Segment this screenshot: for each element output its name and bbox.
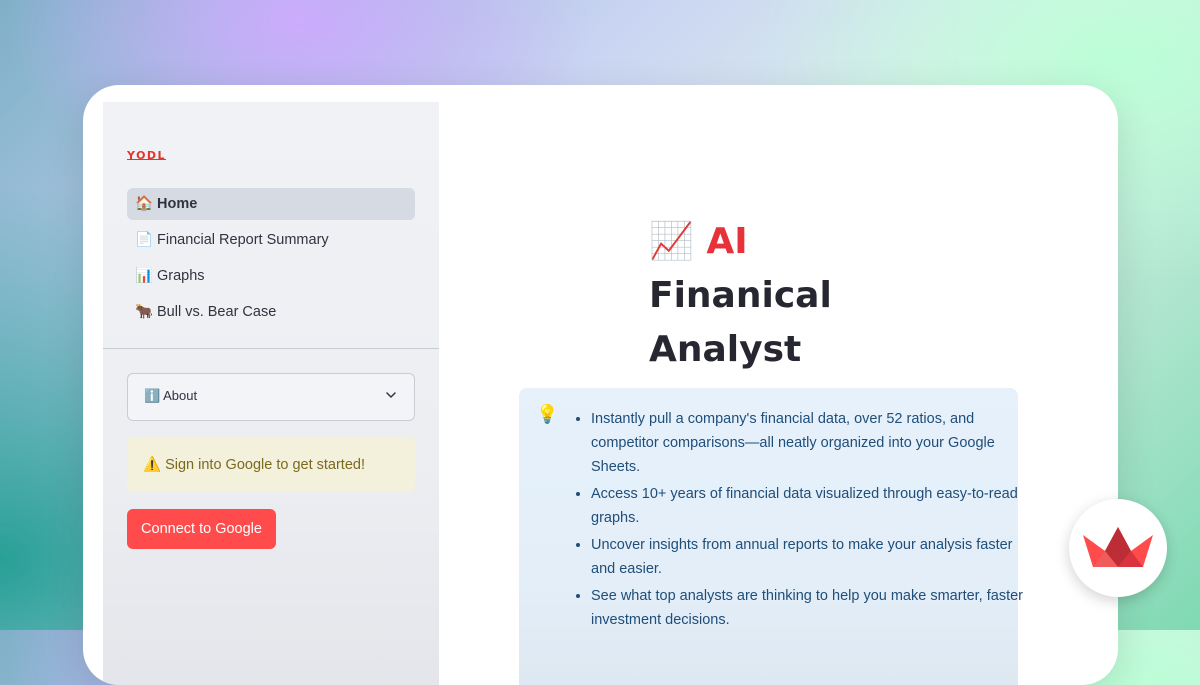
list-item: Instantly pull a company's financial dat… <box>591 407 1031 479</box>
sidebar-item-label: Bull vs. Bear Case <box>157 304 277 320</box>
chevron-down-icon <box>386 392 396 398</box>
sidebar-item-label: Financial Report Summary <box>157 232 329 248</box>
warning-alert: ⚠️ Sign into Google to get started! <box>127 437 415 492</box>
title-line-2: Finanical <box>649 275 832 316</box>
info-box: 💡 Instantly pull a company's financial d… <box>519 388 1023 685</box>
document-icon: 📄 <box>135 232 154 248</box>
connect-to-google-button[interactable]: Connect to Google <box>127 509 276 549</box>
sidebar-nav: 🏠 Home 📄 Financial Report Summary 📊 Graphs … <box>127 188 415 332</box>
sidebar-item-label: Graphs <box>157 268 205 284</box>
sidebar: YODL 🏠 Home 📄 Financial Report Summary 📊 Gr… <box>103 102 439 685</box>
page-title: 📈 AI Finanical Analyst <box>649 215 909 377</box>
sidebar-item-home[interactable]: 🏠 Home <box>127 188 415 220</box>
warning-text: ⚠️ Sign into Google to get started! <box>143 457 365 473</box>
chart-increasing-icon: 📈 <box>649 221 694 262</box>
sidebar-divider <box>103 348 439 349</box>
title-ai: AI <box>706 221 748 262</box>
app-window: YODL 🏠 Home 📄 Financial Report Summary 📊 Gr… <box>83 85 1118 685</box>
home-icon: 🏠 <box>135 196 154 212</box>
sidebar-item-financial-report-summary[interactable]: 📄 Financial Report Summary <box>127 224 415 256</box>
list-item: See what top analysts are thinking to he… <box>591 584 1031 632</box>
title-line-3: Analyst <box>649 329 802 370</box>
bull-icon: 🐂 <box>135 304 154 320</box>
sidebar-item-bull-vs-bear[interactable]: 🐂 Bull vs. Bear Case <box>127 296 415 328</box>
bar-chart-icon: 📊 <box>135 268 154 284</box>
logo-text: YODL <box>127 149 167 162</box>
streamlit-badge[interactable] <box>1069 499 1167 597</box>
list-item: Uncover insights from annual reports to … <box>591 533 1031 581</box>
logo-underline <box>127 159 167 160</box>
about-label: ℹ️ About <box>144 388 198 403</box>
about-expander[interactable]: ℹ️ About <box>127 373 415 421</box>
sidebar-item-graphs[interactable]: 📊 Graphs <box>127 260 415 292</box>
sidebar-item-label: Home <box>157 196 198 212</box>
main-content: 📈 AI Finanical Analyst 💡 Instantly pull … <box>439 85 1118 685</box>
feature-list: Instantly pull a company's financial dat… <box>551 407 1031 635</box>
streamlit-crown-icon <box>1083 527 1153 567</box>
list-item: Access 10+ years of financial data visua… <box>591 482 1031 530</box>
yodl-logo[interactable]: YODL <box>127 149 167 162</box>
